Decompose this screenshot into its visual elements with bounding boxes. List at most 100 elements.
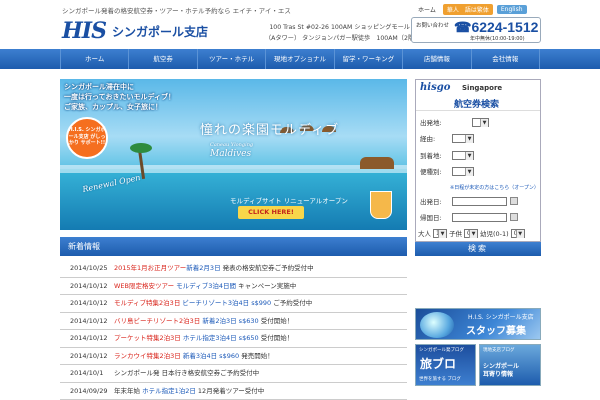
news-item[interactable]: 2014/10/1 シンガポール発 日本行き格安航空券ご予約受付中 [60,365,407,383]
news-item[interactable]: 2014/10/25 2015年1月お正月ツアー新着2月3日 発表の格安航空券ご予… [60,260,407,278]
news-text: キャンペーン実施中 [238,281,297,290]
news-item[interactable]: 2014/10/12 バリ島ビーチリゾート2泊3日 新着2泊3日 s$630 受付… [60,313,407,330]
news-text[interactable]: 新着2泊3日 s$630 [200,317,258,325]
news-text: 発売開始！ [239,351,274,360]
news-text: 12月発着ツアー受付中 [195,386,265,395]
news-text: 日本行き格安航空券ご予約受付中 [161,369,260,377]
news-item[interactable]: 2014/10/12 WEB限定格安ツアー モルディブ3泊4日間 キャンペーン実施… [60,278,407,295]
origin-select[interactable] [472,117,489,127]
return-date-row: 帰国日: [420,212,518,222]
infant-select[interactable]: 0 [510,228,525,238]
top-link-chinese[interactable]: 華人 語は繁体 [442,4,493,15]
nav-flights[interactable]: 航空券 [129,49,198,69]
his-logo: HIS [62,18,107,44]
depart-date-input[interactable] [452,196,507,206]
news-text: WEB限定格安ツアー [114,281,175,290]
depart-date-row: 出発日: [420,196,518,206]
destination-select[interactable] [452,150,474,160]
calendar-icon[interactable] [510,213,518,221]
news-text: ランカウイ特集2泊3日 [114,351,181,360]
top-links: ホーム 華人 語は繁体 English [415,4,527,15]
hisgo-singapore: Singapore [462,84,503,92]
address-line-1: 100 Tras St #02-26 100AM ショッピングモール [269,24,410,31]
drink-glass [370,191,392,219]
banner-wave [60,165,407,173]
news-date: 2014/10/1 [70,369,104,377]
phone-icon: ☎ [454,19,472,35]
adult-select[interactable]: 1 [433,228,447,238]
travel-blog-banner[interactable]: シンガポール発ブログ 旅ブロ 世界を旅する ブログ [415,344,476,386]
passenger-row: 大人 1 子供 0 幼児(0-1) 0 [418,228,525,238]
branch-name: シンガポール支店 [111,24,208,39]
maldives-logo: Caneau Ylonging Maldives [210,142,254,159]
maldives-banner[interactable]: シンガポール滞在中に 一度は行っておきたいモルディブ！ ご家族、カップル、女子旅… [60,79,407,230]
banner-title: 憧れの楽園モルディブ [200,123,340,138]
news-text: 受付開始！ [258,334,294,342]
globe-icon [420,312,454,338]
news-text[interactable]: ホテル指定1泊2日 [142,387,196,395]
nav-tours-hotels[interactable]: ツアー・ホテル [198,49,267,69]
news-item[interactable]: 2014/10/12 モルディブ特集2泊3日 ビーチリゾート3泊4日 s$990 … [60,295,407,313]
origin-row: 出発地: [420,117,489,127]
news-text[interactable]: 新着2月3日 [186,264,220,272]
news-heading: 新着情報 [60,237,407,256]
news-text[interactable]: モルディブ3泊4日間 [174,282,238,290]
travel-blog-top: シンガポール発ブログ [419,348,464,353]
news-text: ご予約受付中 [271,299,313,307]
nav-company-info[interactable]: 会社情報 [472,49,540,69]
open-date-link[interactable]: ※日程が未定の方はこちら（オープン） [450,184,539,191]
top-link-home[interactable]: ホーム [415,4,439,15]
news-list: 2014/10/25 2015年1月お正月ツアー新着2月3日 発表の格安航空券ご予… [60,260,407,400]
child-select[interactable]: 0 [464,228,478,238]
news-date: 2014/10/12 [70,316,108,325]
destination-row: 到着地: [420,150,474,160]
nav-optional[interactable]: 現地オプショナル [266,49,335,69]
top-link-english[interactable]: English [496,5,527,14]
palm-leaves [130,143,152,153]
search-header: hisgo Singapore 航空券検索 [416,80,540,111]
phone-number: ☎6224-1512 [454,19,539,35]
travel-blog-sub: 世界を旅する ブログ [419,377,461,382]
banner-tagline: シンガポール滞在中に 一度は行っておきたいモルディブ！ ご家族、カップル、女子旅… [64,83,175,111]
flight-type-row: 便種別: [420,166,474,176]
news-text: 年末年始 [114,386,143,395]
news-item[interactable]: 2014/10/12 プーケット特集2泊3日 ホテル指定3泊4日 s$650 受付… [60,330,407,348]
news-text[interactable]: ホテル指定3泊4日 s$650 [181,334,259,342]
search-title: 航空券検索 [454,100,500,110]
flight-search-box: hisgo Singapore 航空券検索 出発地: 経由: 到着地: 便種別:… [415,79,541,242]
news-date: 2014/10/12 [70,299,108,307]
news-date: 2014/10/12 [70,281,108,290]
news-date: 2014/09/29 [70,386,108,395]
news-text[interactable]: 新着3泊4日 s$960 [181,352,239,360]
store-address: 100 Tras St #02-26 100AM ショッピングモール （Aタワー… [265,22,421,44]
search-button[interactable]: 検索 [415,242,541,256]
address-line-2: （Aタワー） タンジョンパガー駅徒歩 100AM（2階） [265,35,421,42]
local-blog-banner[interactable]: 現地支店ブログ シンガポール 耳寄り情報 [479,344,541,386]
news-item[interactable]: 2014/10/12 ランカウイ特集2泊3日 新着3泊4日 s$960 発売開始！ [60,348,407,365]
news-text: バリ島ビーチリゾート2泊3日 [114,316,201,325]
news-text: モルディブ特集2泊3日 [114,299,181,307]
return-date-input[interactable] [452,212,507,222]
nav-study-working[interactable]: 留学・ワーキング [335,49,404,69]
nav-home[interactable]: ホーム [60,49,130,69]
news-text[interactable]: ビーチリゾート3泊4日 s$990 [180,299,271,307]
news-text: 受付開始！ [258,316,294,325]
news-date: 2014/10/12 [70,334,108,342]
phone-contact: お問い合わせ ☎6224-1512 年中無休(10:00-19:00) [411,17,541,43]
site-logo[interactable]: HIS シンガポール支店 [62,18,208,44]
nav-store-info[interactable]: 店舗情報 [403,49,472,69]
via-select[interactable] [452,133,474,143]
staff-recruit-banner[interactable]: H.I.S. シンガポール支店 スタッフ募集 [415,308,541,340]
local-blog-title: シンガポール 耳寄り情報 [483,363,520,378]
news-date: 2014/10/12 [70,351,108,360]
overwater-hut [360,157,394,169]
flight-type-select[interactable] [452,166,474,176]
news-text: プーケット特集2泊3日 [114,334,181,342]
news-text: 2015年1月お正月ツアー [114,264,187,272]
local-blog-top: 現地支店ブログ [483,348,515,353]
news-item[interactable]: 2014/09/29 年末年始 ホテル指定1泊2日 12月発着ツアー受付中 [60,383,407,400]
click-here-button[interactable]: CLICK HERE! [238,206,304,219]
calendar-icon[interactable] [510,197,518,205]
staff-recruit-subtitle: H.I.S. シンガポール支店 [468,314,534,321]
news-date: 2014/10/25 [70,264,108,272]
